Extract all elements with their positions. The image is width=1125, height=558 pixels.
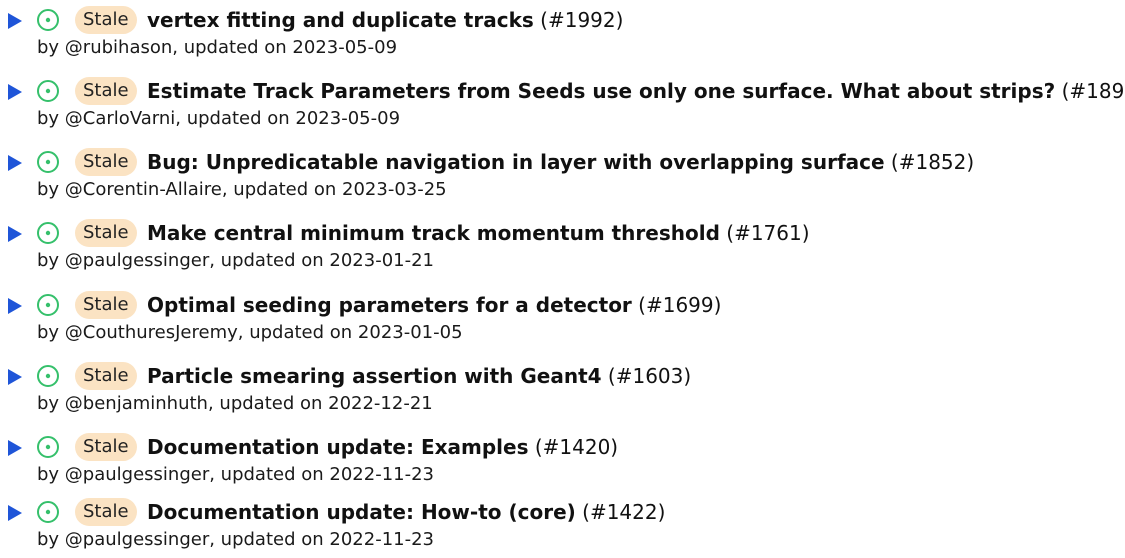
expand-caret-icon[interactable] — [8, 226, 22, 242]
expand-caret-icon[interactable] — [8, 505, 22, 521]
expand-caret-icon[interactable] — [8, 298, 22, 314]
issue-open-icon — [36, 221, 60, 245]
issue-open-icon — [36, 435, 60, 459]
issue-item: Stale Documentation update: How-to (core… — [0, 494, 1125, 558]
issue-title-link[interactable]: Estimate Track Parameters from Seeds use… — [147, 79, 1055, 103]
issue-item: Stale Particle smearing assertion with G… — [0, 358, 1125, 422]
issue-number: (#1761) — [726, 221, 810, 245]
expand-caret-icon[interactable] — [8, 155, 22, 171]
issue-item: Stale Estimate Track Parameters from See… — [0, 73, 1125, 137]
expand-caret-icon[interactable] — [8, 369, 22, 385]
issue-meta: by @Corentin-Allaire, updated on 2023-03… — [37, 179, 447, 200]
issue-number: (#1895) — [1061, 79, 1125, 103]
issue-meta: by @paulgessinger, updated on 2022-11-23 — [37, 464, 434, 485]
issue-open-icon — [36, 364, 60, 388]
expand-caret-icon[interactable] — [8, 13, 22, 29]
issue-number: (#1420) — [534, 435, 619, 459]
issue-title[interactable]: Documentation update: How-to (core) (#14… — [147, 498, 665, 526]
issue-title[interactable]: Bug: Unpredicatable navigation in layer … — [147, 148, 974, 176]
expand-caret-icon[interactable] — [8, 84, 22, 100]
stale-badge: Stale — [75, 433, 137, 461]
issue-meta: by @CarloVarni, updated on 2023-05-09 — [37, 108, 401, 129]
issue-item: Stale Optimal seeding parameters for a d… — [0, 287, 1125, 351]
issue-item: Stale Documentation update: Examples (#1… — [0, 429, 1125, 493]
issue-open-icon — [36, 150, 60, 174]
issue-open-icon — [36, 500, 60, 524]
issue-title[interactable]: Documentation update: Examples (#1420) — [147, 433, 618, 461]
stale-badge: Stale — [75, 219, 137, 247]
issue-title-link[interactable]: Documentation update: How-to (core) — [147, 500, 576, 524]
issue-title-link[interactable]: Documentation update: Examples — [147, 435, 528, 459]
issue-item: Stale vertex fitting and duplicate track… — [0, 2, 1125, 66]
issue-meta: by @paulgessinger, updated on 2023-01-21 — [37, 250, 434, 271]
issue-title-link[interactable]: vertex fitting and duplicate tracks — [147, 8, 534, 32]
issue-number: (#1422) — [582, 500, 666, 524]
issue-title-link[interactable]: Optimal seeding parameters for a detecto… — [147, 293, 632, 317]
issue-title[interactable]: Make central minimum track momentum thre… — [147, 219, 810, 247]
issue-meta: by @benjaminhuth, updated on 2022-12-21 — [37, 393, 433, 414]
stale-badge: Stale — [75, 148, 137, 176]
issue-number: (#1699) — [638, 293, 722, 317]
issue-open-icon — [36, 293, 60, 317]
issue-open-icon — [36, 79, 60, 103]
expand-caret-icon[interactable] — [8, 440, 22, 456]
stale-badge: Stale — [75, 77, 137, 105]
issue-number: (#1603) — [607, 364, 692, 388]
issue-title[interactable]: Estimate Track Parameters from Seeds use… — [147, 77, 1125, 105]
issue-meta: by @paulgessinger, updated on 2022-11-23 — [37, 529, 434, 550]
issue-title-link[interactable]: Particle smearing assertion with Geant4 — [147, 364, 602, 388]
stale-badge: Stale — [75, 6, 137, 34]
stale-badge: Stale — [75, 362, 137, 390]
issue-title-link[interactable]: Make central minimum track momentum thre… — [147, 221, 720, 245]
stale-badge: Stale — [75, 291, 137, 319]
issue-title[interactable]: Particle smearing assertion with Geant4 … — [147, 362, 691, 390]
issue-title-link[interactable]: Bug: Unpredicatable navigation in layer … — [147, 150, 885, 174]
issue-item: Stale Make central minimum track momentu… — [0, 215, 1125, 279]
issue-number: (#1852) — [890, 150, 975, 174]
issue-title[interactable]: vertex fitting and duplicate tracks (#19… — [147, 6, 623, 34]
issue-item: Stale Bug: Unpredicatable navigation in … — [0, 144, 1125, 208]
issue-open-icon — [36, 8, 60, 32]
issue-title[interactable]: Optimal seeding parameters for a detecto… — [147, 291, 721, 319]
issue-meta: by @CouthuresJeremy, updated on 2023-01-… — [37, 322, 463, 343]
issue-number: (#1992) — [540, 8, 624, 32]
issue-meta: by @rubihason, updated on 2023-05-09 — [37, 37, 398, 58]
stale-badge: Stale — [75, 498, 137, 526]
